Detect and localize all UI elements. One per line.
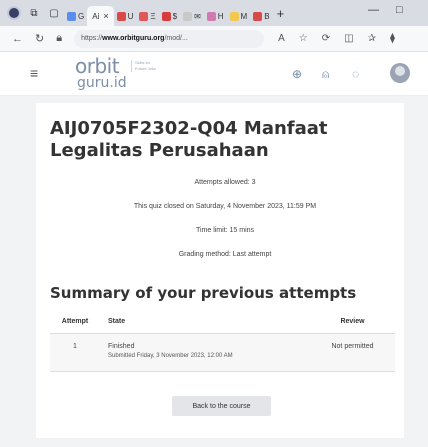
tab-label: Ai	[92, 11, 100, 21]
orbit-guru-logo[interactable]: orbit guru.id Skills for Future Jobs	[75, 54, 165, 92]
table-header-row: Attempt State Review	[50, 309, 395, 334]
logo-guru-text: guru.id	[77, 75, 127, 91]
favorites-icon[interactable]: ✰	[368, 33, 376, 44]
tab-actions-icon[interactable]: ▢	[47, 6, 61, 20]
browser-tab[interactable]: G	[64, 6, 87, 26]
table-row: 1 Finished Submitted Friday, 3 November …	[50, 334, 395, 372]
attempt-number: 1	[73, 343, 77, 350]
tab-favicon	[161, 11, 171, 21]
url-prefix: https://	[81, 35, 103, 42]
column-header-state: State	[108, 317, 126, 325]
tab-label: H	[217, 11, 224, 21]
column-header-attempt: Attempt	[61, 317, 89, 325]
browser-tab-strip: ⧉ ▢ G Ai × U Ξ $ ✉ H M B + — □	[0, 0, 428, 26]
refresh-icon[interactable]: ⟳	[322, 33, 330, 44]
tab-favicon	[206, 11, 216, 21]
logo-tagline: Skills for Future Jobs	[131, 60, 161, 72]
quiz-title: AIJ0705F2302-Q04 Manfaat Legalitas Perus…	[50, 118, 328, 161]
read-aloud-icon[interactable]: A	[278, 33, 285, 44]
maximize-icon[interactable]: □	[396, 4, 403, 16]
review-status: Not permitted	[331, 343, 374, 350]
attempt-state: Finished	[108, 343, 135, 350]
url-domain: www.orbitguru.org	[102, 35, 165, 42]
attempt-state-cell: Finished Submitted Friday, 3 November 20…	[100, 343, 310, 359]
tab-label: U	[127, 11, 134, 21]
reload-icon[interactable]: ↻	[35, 32, 44, 45]
browser-tab[interactable]: Ξ	[136, 6, 158, 26]
workspaces-icon[interactable]: ⧉	[27, 6, 41, 20]
attempts-table: Attempt State Review 1 Finished Submitte…	[50, 309, 395, 372]
tab-favicon	[229, 11, 239, 21]
tab-label: M	[240, 11, 248, 21]
tab-favicon	[116, 11, 126, 21]
notification-bell-icon[interactable]: ⍝	[322, 67, 329, 82]
browser-tab[interactable]: $	[159, 6, 180, 26]
url-path: /mod/...	[164, 35, 188, 42]
browser-tab[interactable]: B	[250, 6, 272, 26]
tab-favicon	[67, 11, 76, 21]
url-field[interactable]: https://www.orbitguru.org/mod/...	[74, 29, 265, 48]
address-bar: ← ↻ 🔒︎ https://www.orbitguru.org/mod/...…	[0, 26, 428, 52]
browser-tab[interactable]: U	[114, 6, 137, 26]
user-avatar[interactable]	[390, 63, 410, 83]
browser-tab[interactable]: ✉	[180, 6, 204, 26]
tab-favicon	[253, 11, 263, 21]
menu-icon[interactable]: ≡	[30, 65, 38, 81]
tab-label: G	[78, 11, 85, 21]
back-arrow-icon[interactable]: ←	[12, 33, 23, 45]
tab-label: $	[172, 11, 178, 21]
profile-icon[interactable]	[7, 6, 21, 20]
tab-label: Ξ	[150, 11, 156, 21]
quiz-closed-date: This quiz closed on Saturday, 4 November…	[133, 203, 317, 210]
tab-favicon	[139, 11, 149, 21]
summary-heading: Summary of your previous attempts	[50, 284, 357, 302]
site-header: ≡ orbit guru.id Skills for Future Jobs ⊕…	[0, 52, 428, 96]
grading-method: Grading method: Last attempt	[178, 251, 272, 258]
time-limit: Time limit: 15 mins	[195, 227, 255, 234]
tab-label: B	[264, 11, 270, 21]
tab-favicon	[183, 11, 193, 21]
tab-label: ✉	[194, 11, 201, 21]
minimize-icon[interactable]: —	[368, 4, 379, 16]
attempt-submitted-date: Submitted Friday, 3 November 2023, 12:00…	[108, 353, 233, 359]
new-tab-icon[interactable]: +	[277, 6, 285, 21]
browser-tab[interactable]: H	[204, 6, 227, 26]
chat-bubble-icon[interactable]: ◌	[352, 67, 359, 81]
back-to-course-button[interactable]: Back to the course	[172, 396, 271, 416]
favorite-star-icon[interactable]: ☆	[299, 33, 308, 44]
extensions-icon[interactable]: ⧫	[390, 33, 395, 44]
close-tab-icon[interactable]: ×	[103, 11, 108, 21]
column-header-review: Review	[340, 317, 365, 325]
attempts-allowed: Attempts allowed: 3	[194, 179, 256, 186]
site-info-icon[interactable]: 🔒︎	[56, 32, 62, 45]
browser-tab[interactable]: M	[227, 6, 251, 26]
split-screen-icon[interactable]: ◫	[344, 33, 353, 44]
globe-icon[interactable]: ⊕	[292, 67, 302, 81]
browser-tab-active[interactable]: Ai ×	[87, 6, 114, 26]
